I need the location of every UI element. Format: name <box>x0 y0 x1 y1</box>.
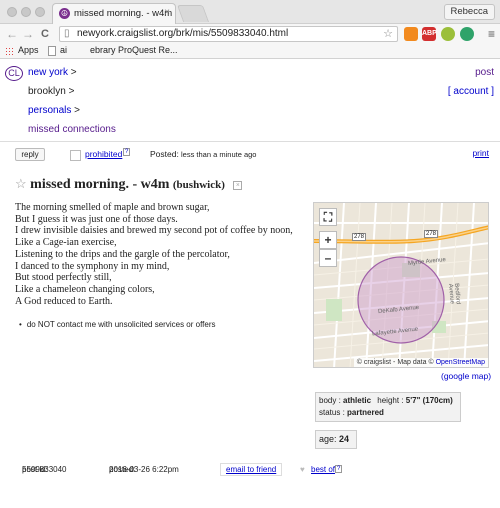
heart-icon[interactable]: ♥ <box>300 465 305 474</box>
body-line: Listening to the drips and the gargle of… <box>15 248 230 260</box>
hide-posting-icon[interactable]: × <box>233 181 243 190</box>
posting-actions-bar: reply prohibited ? Posted: less than a m… <box>0 148 500 162</box>
bookmarks-bar: Apps ai ebrary ProQuest Re... <box>0 44 500 59</box>
breadcrumb-personals: personals > <box>28 105 80 116</box>
sync-extension-icon[interactable] <box>460 27 474 41</box>
body-line: I danced to the symphony in my mind, <box>15 260 170 272</box>
google-map-link[interactable]: (google map) <box>441 371 491 381</box>
url-text[interactable]: newyork.craigslist.org/brk/mis/550983304… <box>77 28 288 39</box>
posting-body: The morning smelled of maple and brown s… <box>15 202 293 307</box>
adblock-extension-icon[interactable]: ABP <box>422 27 437 41</box>
account-link[interactable]: [ account ] <box>448 86 494 97</box>
browser-tab[interactable]: ☮ missed morning. - w4m × <box>52 3 176 24</box>
crumb-personals-link[interactable]: personals <box>28 105 71 116</box>
posted-time: less than a minute ago <box>181 150 257 159</box>
body-line: The morning smelled of maple and brown s… <box>15 202 210 213</box>
bookmark-ebrary[interactable]: ebrary ProQuest Re... <box>90 45 178 55</box>
back-arrow-icon[interactable]: ← <box>6 26 18 42</box>
fullscreen-icon[interactable]: ⛶ <box>319 208 337 226</box>
header-divider <box>0 141 500 142</box>
street-label-bedford: Bedford Avenue <box>447 283 461 305</box>
bookmark-apps[interactable]: Apps <box>18 45 39 55</box>
browser-toolbar: ← → C ▯ newyork.craigslist.org/brk/mis/5… <box>0 24 500 44</box>
favorite-star-icon[interactable]: ☆ <box>15 176 27 191</box>
peace-sign-icon: ☮ <box>59 8 70 19</box>
map-tiles <box>314 203 488 367</box>
close-tab-icon[interactable]: × <box>164 7 170 18</box>
body-line: A God reduced to Earth. <box>15 295 113 307</box>
posting-title: ☆ missed morning. - w4m (bushwick) × <box>15 176 243 193</box>
zoom-out-button[interactable]: – <box>319 249 337 267</box>
menu-icon[interactable]: ≡ <box>488 27 495 41</box>
breadcrumb-new-york: new york > <box>28 67 77 78</box>
posted-label: Posted: <box>150 149 179 159</box>
post-link[interactable]: post <box>475 67 494 78</box>
body-line: I drew invisible daisies and brewed my s… <box>15 225 293 237</box>
reply-button[interactable]: reply <box>15 148 45 161</box>
attribute-age: age: 24 <box>319 434 350 444</box>
prohibited-help-link[interactable]: ? <box>123 148 131 156</box>
route-shield-label: 278 <box>424 230 439 238</box>
openstreetmap-link[interactable]: OpenStreetMap <box>436 359 485 366</box>
crumb-new-york-link[interactable]: new york <box>28 67 68 78</box>
forward-arrow-icon[interactable]: → <box>22 26 34 42</box>
bookmark-extension-icon[interactable] <box>404 27 418 41</box>
zoom-in-button[interactable]: + <box>319 231 337 249</box>
map-attribution: © craigslist - Map data © OpenStreetMap <box>353 358 488 367</box>
browser-tab-strip: ☮ missed morning. - w4m × Rebecca <box>0 0 500 24</box>
prohibited-checkbox[interactable] <box>70 150 81 161</box>
contact-notice: do NOT contact me with unsolicited servi… <box>19 320 216 329</box>
profile-button[interactable]: Rebecca <box>443 4 495 20</box>
close-window-icon[interactable] <box>7 7 17 17</box>
crumb-brooklyn: brooklyn <box>28 86 66 97</box>
breadcrumb-brooklyn: brooklyn > <box>28 86 75 97</box>
body-line: Like a chameleon changing colors, <box>15 283 155 295</box>
best-of-link[interactable]: best of ? <box>311 465 343 474</box>
craigslist-page: CL new york > brooklyn > personals > mis… <box>0 60 500 508</box>
reload-icon[interactable]: C <box>41 26 49 42</box>
folder-icon <box>48 46 56 56</box>
prohibited-link[interactable]: prohibited <box>85 149 122 159</box>
posting-footer: post id: 5509833040 posted: 2016-03-26 6… <box>22 463 343 476</box>
route-shield-label: 278 <box>352 233 367 241</box>
attribute-group-age: age: 24 <box>315 430 358 449</box>
body-line: But stood perfectly still, <box>15 272 112 284</box>
bookmark-star-icon[interactable]: ☆ <box>383 27 393 40</box>
body-line: Like a Cage-ian exercise, <box>15 237 117 249</box>
attribute-height: height : 5'7" (170cm) <box>377 396 453 405</box>
posting-title-text: missed morning. - w4m <box>30 177 170 192</box>
maximize-window-icon[interactable] <box>35 7 45 17</box>
new-tab-button[interactable] <box>176 5 210 22</box>
breadcrumb-missed-connections: missed connections <box>28 124 116 135</box>
attribute-status: status : partnered <box>319 408 384 417</box>
address-bar[interactable]: ▯ newyork.craigslist.org/brk/mis/5509833… <box>59 26 398 42</box>
print-link[interactable]: print <box>472 148 489 158</box>
page-icon: ▯ <box>64 28 70 39</box>
location-map[interactable]: 278 278 Myrtle Avenue DeKalb Avenue Lafa… <box>313 202 489 368</box>
tab-title: missed morning. - w4m <box>74 8 173 19</box>
posting-location: (bushwick) <box>172 179 225 191</box>
body-line: But I guess it was just one of those day… <box>15 213 178 225</box>
bookmark-ai[interactable]: ai <box>60 45 67 55</box>
crumb-missed-connections-link[interactable]: missed connections <box>28 124 116 135</box>
attribute-body: body : athletic <box>319 396 372 405</box>
hangouts-extension-icon[interactable] <box>441 27 455 41</box>
attribute-group-body: body : athletic height : 5'7" (170cm) st… <box>315 392 461 422</box>
minimize-window-icon[interactable] <box>21 7 31 17</box>
craigslist-logo[interactable]: CL <box>5 66 23 81</box>
email-to-friend-link[interactable]: email to friend <box>220 463 283 476</box>
apps-grid-icon[interactable] <box>5 47 14 56</box>
